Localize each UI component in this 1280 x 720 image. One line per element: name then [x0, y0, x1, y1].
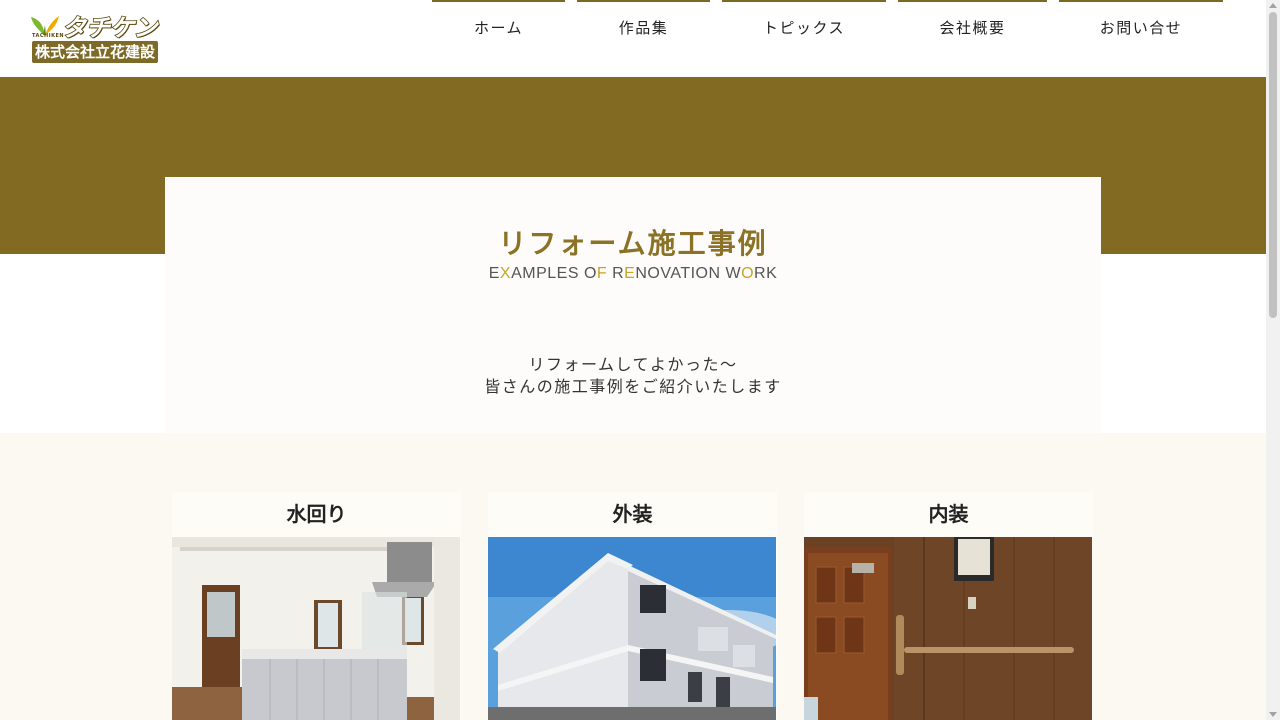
subtitle-part: R: [607, 265, 625, 282]
category-title: 外装: [612, 502, 653, 526]
logo-company-name: 株式会社立花建設: [32, 41, 159, 63]
subtitle-part: E: [488, 265, 500, 282]
intro-line-2: 皆さんの施工事例をご紹介いたします: [484, 377, 782, 396]
scroll-down-arrow-icon[interactable]: [1269, 712, 1277, 717]
page-subtitle: EXAMPLES OF RENOVATION WORK: [0, 265, 1266, 283]
scroll-up-arrow-icon[interactable]: [1269, 3, 1277, 8]
logo-brand-katakana: タチケン: [61, 13, 158, 43]
subtitle-accent: F: [596, 265, 608, 282]
category-card-exterior[interactable]: 外装: [488, 492, 777, 720]
subtitle-part: AMPLES O: [511, 265, 597, 282]
wooden-door-interior-photo: [804, 537, 1092, 720]
scroll-thumb[interactable]: [1269, 12, 1277, 318]
page-title: リフォーム施工事例: [498, 227, 768, 260]
category-card-interior[interactable]: 内装: [804, 492, 1093, 720]
nav-label: トピックス: [762, 18, 846, 37]
nav-label: 作品集: [618, 18, 669, 37]
nav-item-contact[interactable]: お問い合せ: [1059, 0, 1223, 52]
nav-item-company[interactable]: 会社概要: [898, 0, 1047, 52]
category-title: 内装: [928, 502, 969, 526]
logo-brand-romaji: TACHIKEN: [32, 33, 65, 39]
nav-item-home[interactable]: ホーム: [432, 0, 565, 52]
apartment-exterior-photo: [488, 537, 776, 720]
site-logo[interactable]: タチケン TACHIKEN 株式会社立花建設: [30, 11, 160, 65]
subtitle-part: NOVATION W: [635, 265, 742, 282]
category-title: 水回り: [286, 502, 347, 526]
nav-item-works[interactable]: 作品集: [577, 0, 710, 52]
kitchen-photo: [172, 537, 460, 720]
site-header: タチケン TACHIKEN 株式会社立花建設 ホーム 作品集 トピックス 会社概…: [0, 0, 1266, 77]
nav-label: 会社概要: [939, 18, 1006, 37]
intro-line-1: リフォームしてよかった〜: [528, 355, 738, 374]
category-card-water[interactable]: 水回り: [172, 492, 461, 720]
subtitle-accent: X: [499, 265, 512, 282]
intro-text: リフォームしてよかった〜 皆さんの施工事例をご紹介いたします: [0, 354, 1266, 398]
subtitle-accent: O: [741, 265, 755, 282]
subtitle-part: RK: [754, 265, 778, 282]
nav-label: ホーム: [473, 18, 524, 37]
page-scrollbar[interactable]: [1266, 0, 1280, 720]
nav-label: お問い合せ: [1099, 18, 1183, 37]
subtitle-accent: E: [624, 265, 636, 282]
nav-item-topics[interactable]: トピックス: [722, 0, 886, 52]
